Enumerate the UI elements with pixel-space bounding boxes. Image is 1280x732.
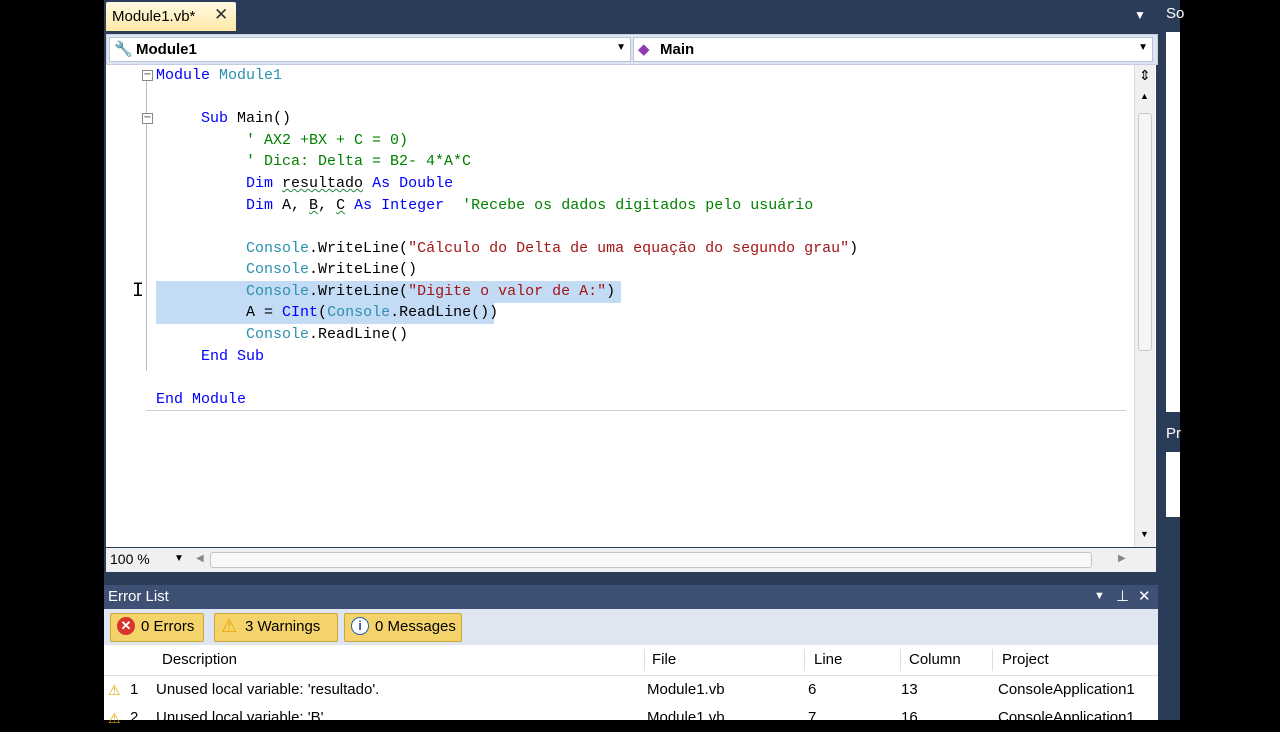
col-column[interactable]: Column — [909, 651, 961, 668]
code-line-11: Console.WriteLine("Digite o valor de A:"… — [246, 283, 616, 300]
errors-filter-label: 0 Errors — [141, 618, 195, 635]
table-row[interactable]: ⚠ 2 Unused local variable: 'B'. Module1.… — [104, 704, 1158, 732]
collapse-icon[interactable]: − — [142, 113, 153, 124]
row-file: Module1.vb — [647, 681, 725, 698]
close-icon[interactable]: ✕ — [214, 5, 228, 25]
code-line-6: Dim resultado As Double — [246, 175, 454, 192]
error-list-titlebar: Error List ▼ ⊥ ✕ — [104, 585, 1158, 609]
document-tab-strip: Module1.vb* ✕ ▼ — [104, 0, 1162, 31]
vertical-scrollbar[interactable]: ⇕ ▲ ▼ — [1134, 65, 1155, 547]
ide-window: Module1.vb* ✕ ▼ 🔧 Module1 ▼ ◆ Main ▼ − −… — [104, 0, 1180, 726]
messages-filter-label: 0 Messages — [375, 618, 456, 635]
solution-explorer-tab[interactable]: So — [1166, 5, 1184, 22]
warning-icon: ⚠ — [108, 710, 121, 726]
properties-tab[interactable]: Pr — [1166, 425, 1181, 442]
col-project[interactable]: Project — [1002, 651, 1049, 668]
col-description[interactable]: Description — [162, 651, 237, 668]
side-panel-content — [1166, 32, 1180, 412]
errors-filter-button[interactable]: ✕ 0 Errors — [110, 613, 204, 642]
type-combo[interactable]: 🔧 Module1 ▼ — [109, 37, 631, 62]
row-line: 7 — [808, 709, 817, 726]
col-file[interactable]: File — [652, 651, 676, 668]
error-list-title: Error List — [108, 588, 169, 605]
procedure-separator — [146, 410, 1126, 411]
scroll-down-icon[interactable]: ▼ — [1140, 529, 1149, 539]
member-combo-label: Main — [660, 41, 695, 58]
horizontal-scroll-thumb[interactable] — [210, 552, 1092, 568]
row-column: 13 — [901, 681, 918, 698]
pin-icon[interactable]: ⊥ — [1116, 587, 1129, 605]
outline-line — [146, 81, 147, 371]
code-editor[interactable]: − − Module Module1 Sub Main() ' AX2 +BX … — [106, 65, 1156, 547]
split-icon[interactable]: ⇕ — [1139, 67, 1151, 84]
scroll-up-icon[interactable]: ▲ — [1140, 91, 1149, 101]
horizontal-scroll-bar: 100 % ▼ ◀ ▶ — [106, 548, 1156, 572]
collapse-icon[interactable]: − — [142, 70, 153, 81]
row-file: Module1.vb — [647, 709, 725, 726]
tab-dropdown-icon[interactable]: ▼ — [1134, 8, 1146, 22]
method-icon: ◆ — [638, 41, 650, 58]
scroll-left-icon[interactable]: ◀ — [196, 553, 204, 564]
chevron-down-icon[interactable]: ▼ — [1138, 42, 1148, 53]
type-combo-label: Module1 — [136, 41, 197, 58]
document-tab[interactable]: Module1.vb* ✕ — [106, 2, 236, 31]
messages-filter-button[interactable]: i 0 Messages — [344, 613, 462, 642]
code-line-13: Console.ReadLine() — [246, 326, 409, 343]
col-line[interactable]: Line — [814, 651, 842, 668]
warning-icon: ⚠ — [221, 616, 238, 636]
warning-icon: ⚠ — [108, 682, 121, 698]
row-column: 16 — [901, 709, 918, 726]
code-line-10: Console.WriteLine() — [246, 261, 418, 278]
chevron-down-icon[interactable]: ▼ — [616, 42, 626, 53]
glyph-margin — [106, 65, 129, 547]
row-description: Unused local variable: 'B'. — [156, 709, 328, 726]
warnings-filter-button[interactable]: ⚠ 3 Warnings — [214, 613, 338, 642]
code-line-12: A = CInt(Console.ReadLine()) — [246, 304, 499, 321]
scroll-right-icon[interactable]: ▶ — [1118, 553, 1126, 564]
table-row[interactable]: ⚠ 1 Unused local variable: 'resultado'. … — [104, 676, 1158, 704]
error-list-panel: Error List ▼ ⊥ ✕ ✕ 0 Errors ⚠ 3 Warnings… — [104, 585, 1158, 726]
code-line-7: Dim A, B, C As Integer 'Recebe os dados … — [246, 197, 814, 214]
code-line-5: ' Dica: Delta = B2- 4*A*C — [246, 153, 472, 170]
row-project: ConsoleApplication1 — [998, 681, 1135, 698]
module-icon: 🔧 — [114, 41, 133, 58]
row-number: 2 — [130, 709, 139, 726]
error-list-toolbar: ✕ 0 Errors ⚠ 3 Warnings i 0 Messages — [104, 609, 1158, 645]
code-line-1: Module Module1 — [156, 67, 283, 84]
error-icon: ✕ — [117, 617, 135, 635]
chevron-down-icon[interactable]: ▼ — [174, 553, 184, 564]
window-menu-icon[interactable]: ▼ — [1094, 590, 1105, 602]
text-cursor-icon: I — [132, 280, 145, 303]
code-area[interactable]: − − Module Module1 Sub Main() ' AX2 +BX … — [128, 65, 1134, 547]
info-icon: i — [351, 617, 369, 635]
code-line-14: End Sub — [201, 348, 265, 365]
scroll-thumb[interactable] — [1138, 113, 1152, 351]
document-tab-title: Module1.vb* — [112, 8, 196, 25]
row-number: 1 — [130, 681, 139, 698]
code-line-16: End Module — [156, 391, 247, 408]
side-panel-content — [1166, 452, 1180, 517]
row-project: ConsoleApplication1 — [998, 709, 1135, 726]
warnings-filter-label: 3 Warnings — [245, 618, 321, 635]
code-line-3: Sub Main() — [201, 110, 292, 127]
row-description: Unused local variable: 'resultado'. — [156, 681, 380, 698]
close-icon[interactable]: ✕ — [1138, 587, 1151, 605]
row-line: 6 — [808, 681, 817, 698]
code-line-9: Console.WriteLine("Cálculo do Delta de u… — [246, 240, 859, 257]
code-line-4: ' AX2 +BX + C = 0) — [246, 132, 409, 149]
member-combo[interactable]: ◆ Main ▼ — [633, 37, 1153, 62]
navigation-bar: 🔧 Module1 ▼ ◆ Main ▼ — [106, 34, 1158, 65]
error-list-header: Description File Line Column Project — [104, 645, 1158, 676]
zoom-level[interactable]: 100 % — [110, 551, 150, 567]
